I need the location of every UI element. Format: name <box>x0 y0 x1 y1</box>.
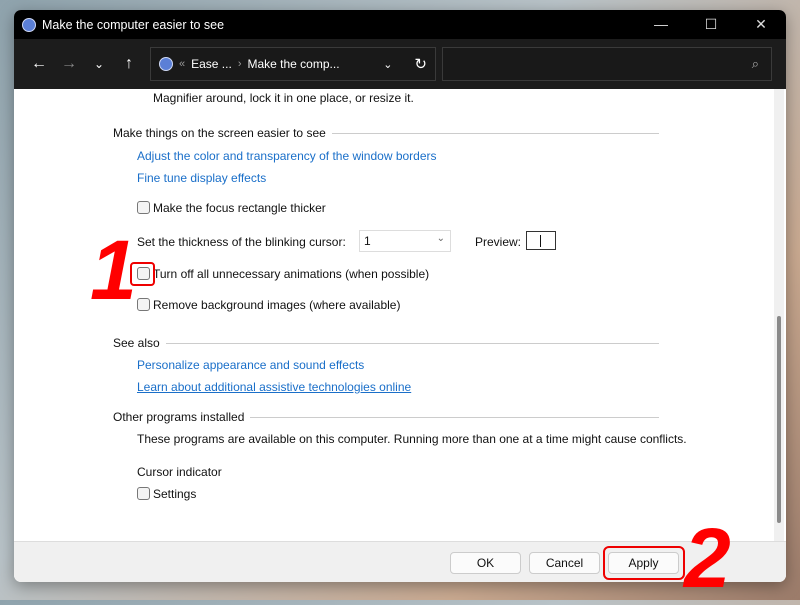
chevron-down-icon: ⌄ <box>436 233 445 244</box>
settings-option[interactable]: Settings <box>137 487 196 501</box>
divider <box>250 416 659 418</box>
focus-rectangle-option[interactable]: Make the focus rectangle thicker <box>137 201 326 215</box>
checkbox-label: Remove background images (where availabl… <box>153 298 401 312</box>
forward-arrow-icon[interactable]: → <box>54 55 84 73</box>
section-heading: Other programs installed <box>113 410 245 424</box>
maximize-button[interactable]: ☐ <box>686 16 736 33</box>
step-2-annotation: 2 <box>684 511 731 605</box>
recent-locations-chevron-icon[interactable]: ⌄ <box>84 57 114 71</box>
vertical-scrollbar[interactable] <box>774 89 784 541</box>
highlight-box-apply <box>603 546 685 580</box>
background-images-option[interactable]: Remove background images (where availabl… <box>137 298 400 312</box>
section-heading: Make things on the screen easier to see <box>113 126 326 140</box>
checkbox[interactable] <box>137 487 150 500</box>
back-arrow-icon[interactable]: ← <box>24 55 54 73</box>
control-panel-icon <box>159 57 173 71</box>
close-button[interactable]: ✕ <box>736 16 786 33</box>
cursor-thickness-label: Set the thickness of the blinking cursor… <box>137 235 346 249</box>
address-dropdown-icon[interactable]: ⌄ <box>383 58 392 71</box>
section-other-programs: Other programs installed <box>113 410 659 424</box>
cursor-thickness-select[interactable]: 1 ⌄ <box>359 230 451 252</box>
control-panel-icon <box>22 17 36 32</box>
scrollbar-thumb[interactable] <box>777 316 781 523</box>
refresh-icon[interactable]: ↻ <box>414 55 427 73</box>
section-see-also: See also <box>113 336 659 350</box>
checkbox[interactable] <box>137 201 150 214</box>
minimize-button[interactable]: — <box>636 16 686 33</box>
up-arrow-icon[interactable]: ↑ <box>114 55 144 73</box>
link-personalize[interactable]: Personalize appearance and sound effects <box>137 358 364 372</box>
breadcrumb-overflow[interactable]: « <box>179 58 185 70</box>
section-screen: Make things on the screen easier to see <box>113 126 659 140</box>
title-bar: Make the computer easier to see — ☐ ✕ <box>14 10 786 39</box>
link-display-effects[interactable]: Fine tune display effects <box>137 171 266 185</box>
navigation-toolbar: ← → ⌄ ↑ « Ease ... › Make the comp... ⌄ … <box>14 39 786 89</box>
address-bar[interactable]: « Ease ... › Make the comp... ⌄ ↻ <box>150 47 436 81</box>
breadcrumb-separator: › <box>237 58 242 70</box>
programs-text: These programs are available on this com… <box>137 432 687 446</box>
magnifier-text: Magnifier around, lock it in one place, … <box>153 91 414 105</box>
animations-option[interactable]: Turn off all unnecessary animations (whe… <box>137 267 429 281</box>
checkbox-label: Make the focus rectangle thicker <box>153 201 326 215</box>
select-value: 1 <box>364 234 371 248</box>
search-icon: ⌕ <box>751 56 759 71</box>
dialog-footer: OK Cancel Apply <box>14 541 786 582</box>
window-title: Make the computer easier to see <box>42 17 225 32</box>
cursor-preview <box>526 231 556 250</box>
step-1-annotation: 1 <box>90 223 137 317</box>
link-assistive-technologies[interactable]: Learn about additional assistive technol… <box>137 380 411 394</box>
search-input[interactable]: ⌕ <box>442 47 772 81</box>
divider <box>165 342 659 344</box>
breadcrumb-ease[interactable]: Ease ... <box>191 57 232 71</box>
ok-button[interactable]: OK <box>450 552 521 574</box>
preview-label: Preview: <box>475 235 522 249</box>
cursor-indicator-label: Cursor indicator <box>137 465 222 479</box>
link-window-borders[interactable]: Adjust the color and transparency of the… <box>137 149 437 163</box>
checkbox-label: Turn off all unnecessary animations (whe… <box>153 267 430 281</box>
divider <box>331 132 659 134</box>
cancel-button[interactable]: Cancel <box>529 552 600 574</box>
breadcrumb-current[interactable]: Make the comp... <box>247 57 339 71</box>
checkbox[interactable] <box>137 298 150 311</box>
checkbox-label: Settings <box>153 487 197 501</box>
section-heading: See also <box>113 336 160 350</box>
